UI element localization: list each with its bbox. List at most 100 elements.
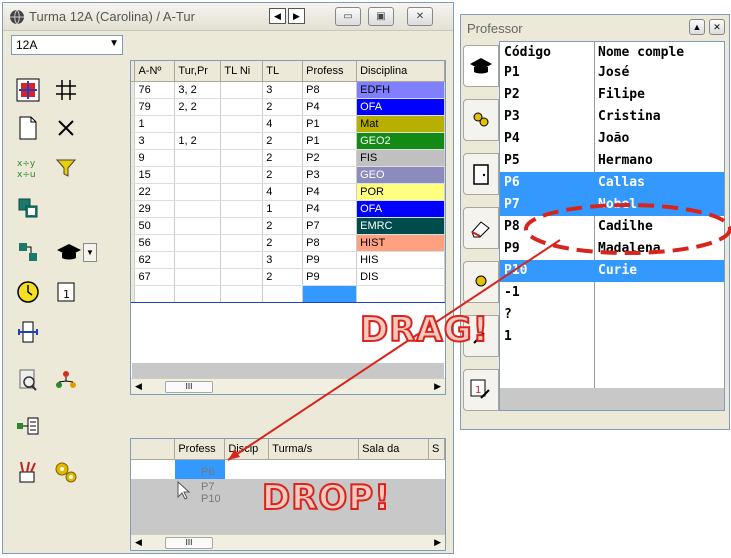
next-arrow-button[interactable]: ▶ (288, 8, 305, 24)
cell-tlni[interactable] (220, 183, 264, 201)
tab-groups[interactable] (463, 99, 499, 141)
delete-x-icon[interactable] (53, 115, 79, 141)
cell-professor[interactable]: P2 (302, 149, 358, 167)
column-header-codigo[interactable]: Código (504, 45, 551, 60)
new-row-cell[interactable] (220, 284, 264, 303)
lesson-row[interactable]: 1 4 P1 Mat (131, 115, 445, 133)
column-header-disciplina[interactable]: Disciplina (356, 61, 445, 82)
calendar-icon[interactable]: 1 (53, 279, 79, 305)
cell-tlni[interactable] (220, 234, 264, 252)
lesson-row[interactable]: 29 1 P4 OFA (131, 200, 445, 218)
cell-an[interactable]: 3 (134, 132, 176, 150)
cell-tl[interactable]: 4 (262, 115, 304, 133)
cell-professor[interactable]: P9 (302, 251, 358, 269)
cell-an[interactable]: 67 (134, 268, 176, 286)
tab-subjects[interactable] (463, 207, 499, 249)
cell-disciplina[interactable]: DIS (356, 268, 445, 286)
cell-turpr[interactable]: 3, 2 (174, 81, 222, 99)
cell-turpr[interactable] (174, 217, 222, 235)
scroll-thumb[interactable]: III (165, 381, 213, 393)
column-width-icon[interactable] (15, 319, 41, 345)
cell-tl[interactable]: 2 (262, 234, 304, 252)
drop-column-turmas[interactable]: Turma/s (268, 439, 360, 460)
cell-turpr[interactable] (174, 115, 222, 133)
cell-turpr[interactable] (174, 200, 222, 218)
cell-tl[interactable]: 4 (262, 183, 304, 201)
graduation-cap-dropdown[interactable]: ▼ (53, 239, 99, 265)
cell-an[interactable]: 15 (134, 166, 176, 184)
tab-misc[interactable] (463, 315, 499, 357)
cell-an[interactable]: 9 (134, 149, 176, 167)
filter-funnel-icon[interactable] (53, 155, 79, 181)
close-button[interactable]: ✕ (407, 7, 433, 26)
cell-disciplina[interactable]: EDFH (356, 81, 445, 99)
lesson-row[interactable]: 50 2 P7 EMRC (131, 217, 445, 235)
print-preview-icon[interactable] (15, 367, 41, 393)
cell-professor[interactable]: P1 (302, 132, 358, 150)
scroll-right-icon[interactable]: ▶ (434, 537, 441, 548)
cell-tl[interactable]: 2 (262, 98, 304, 116)
lesson-row[interactable]: 79 2, 2 2 P4 OFA (131, 98, 445, 116)
cell-tl[interactable]: 2 (262, 217, 304, 235)
lesson-row[interactable]: 76 3, 2 3 P8 EDFH (131, 81, 445, 99)
professor-row[interactable]: P7 Nobel (500, 194, 724, 216)
tab-rooms[interactable] (463, 153, 499, 195)
professor-row[interactable]: 1 (500, 326, 724, 348)
cell-tl[interactable]: 2 (262, 268, 304, 286)
cell-an[interactable]: 79 (134, 98, 176, 116)
cell-turpr[interactable] (174, 234, 222, 252)
lesson-row[interactable]: 67 2 P9 DIS (131, 268, 445, 286)
cell-an[interactable]: 29 (134, 200, 176, 218)
drop-column-discip[interactable]: Discip (224, 439, 270, 460)
minimize-button[interactable]: ▭ (335, 7, 361, 26)
cell-disciplina[interactable]: Mat (356, 115, 445, 133)
cell-turpr[interactable] (174, 166, 222, 184)
cell-tl[interactable]: 2 (262, 166, 304, 184)
drop-column-sala[interactable]: Sala da (358, 439, 429, 460)
drop-column-s[interactable]: S (428, 439, 445, 460)
cell-disciplina[interactable]: HIST (356, 234, 445, 252)
cell-tlni[interactable] (220, 98, 264, 116)
professor-row[interactable]: P10 Curie (500, 260, 724, 282)
cell-turpr[interactable] (174, 149, 222, 167)
cell-tlni[interactable] (220, 166, 264, 184)
sort-xyz-icon[interactable]: x÷y x÷u (15, 155, 41, 181)
cell-disciplina[interactable]: GEO2 (356, 132, 445, 150)
professor-row[interactable]: P6 Callas (500, 172, 724, 194)
cell-tlni[interactable] (220, 115, 264, 133)
lesson-row[interactable]: 22 4 P4 POR (131, 183, 445, 201)
cell-an[interactable]: 22 (134, 183, 176, 201)
cell-tlni[interactable] (220, 81, 264, 99)
cell-turpr[interactable] (174, 251, 222, 269)
cell-tlni[interactable] (220, 251, 264, 269)
copy-windows-icon[interactable] (15, 195, 41, 221)
cell-disciplina[interactable]: GEO (356, 166, 445, 184)
professor-row[interactable]: P1 José (500, 62, 724, 84)
professor-row[interactable]: P5 Hermano (500, 150, 724, 172)
scroll-thumb[interactable]: III (165, 537, 213, 549)
new-row-cell[interactable] (356, 284, 445, 303)
maximize-button[interactable]: ▣ (368, 7, 394, 26)
scroll-left-icon[interactable]: ◀ (135, 537, 142, 548)
tab-classes[interactable] (463, 261, 499, 303)
column-header-an[interactable]: A-Nº (134, 61, 176, 82)
cell-professor[interactable]: P3 (302, 166, 358, 184)
new-row-cell[interactable] (302, 284, 358, 303)
professor-row[interactable]: P3 Cristina (500, 106, 724, 128)
scroll-left-icon[interactable]: ◀ (135, 381, 142, 392)
cell-tl[interactable]: 1 (262, 200, 304, 218)
network-people-icon[interactable] (53, 367, 79, 393)
cell-disciplina[interactable]: EMRC (356, 217, 445, 235)
professor-list[interactable]: Código Nome comple P1 José P2 Filipe P3 Crist… (499, 41, 725, 411)
cell-professor[interactable]: P4 (302, 98, 358, 116)
column-header-nome[interactable]: Nome comple (598, 45, 684, 60)
new-row[interactable] (131, 284, 445, 303)
cell-turpr[interactable]: 2, 2 (174, 98, 222, 116)
cell-tlni[interactable] (220, 268, 264, 286)
cell-turpr[interactable]: 1, 2 (174, 132, 222, 150)
cell-disciplina[interactable]: OFA (356, 200, 445, 218)
lessons-grid[interactable]: A-Nº Tur,Pr TL Ni TL Profess Disciplina … (130, 60, 446, 395)
drop-target-cell[interactable] (175, 460, 225, 479)
professor-row[interactable]: P2 Filipe (500, 84, 724, 106)
cell-turpr[interactable] (174, 268, 222, 286)
